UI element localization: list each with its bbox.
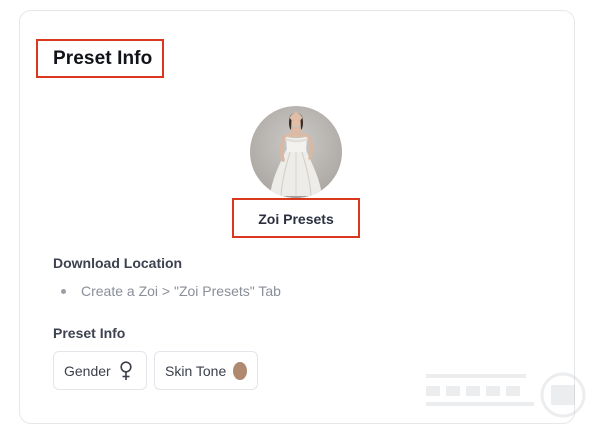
preset-info-label: Preset Info (53, 325, 126, 341)
female-symbol-icon (119, 360, 133, 381)
preset-name: Zoi Presets (258, 211, 334, 227)
gender-chip: Gender (53, 351, 147, 390)
download-location-text: Create a Zoi > "Zoi Presets" Tab (81, 283, 281, 299)
bullet-icon (61, 288, 66, 294)
gender-label: Gender (64, 362, 111, 379)
skin-tone-chip: Skin Tone (154, 351, 258, 390)
download-location-label: Download Location (53, 255, 183, 271)
watermark-logo (420, 370, 595, 420)
download-location-item: Create a Zoi > "Zoi Presets" Tab (61, 283, 281, 299)
skin-tone-swatch (233, 361, 247, 380)
preset-avatar (250, 106, 342, 198)
card-title: Preset Info (53, 48, 153, 69)
skin-tone-label: Skin Tone (165, 362, 227, 379)
model-in-dress-image (270, 112, 322, 198)
